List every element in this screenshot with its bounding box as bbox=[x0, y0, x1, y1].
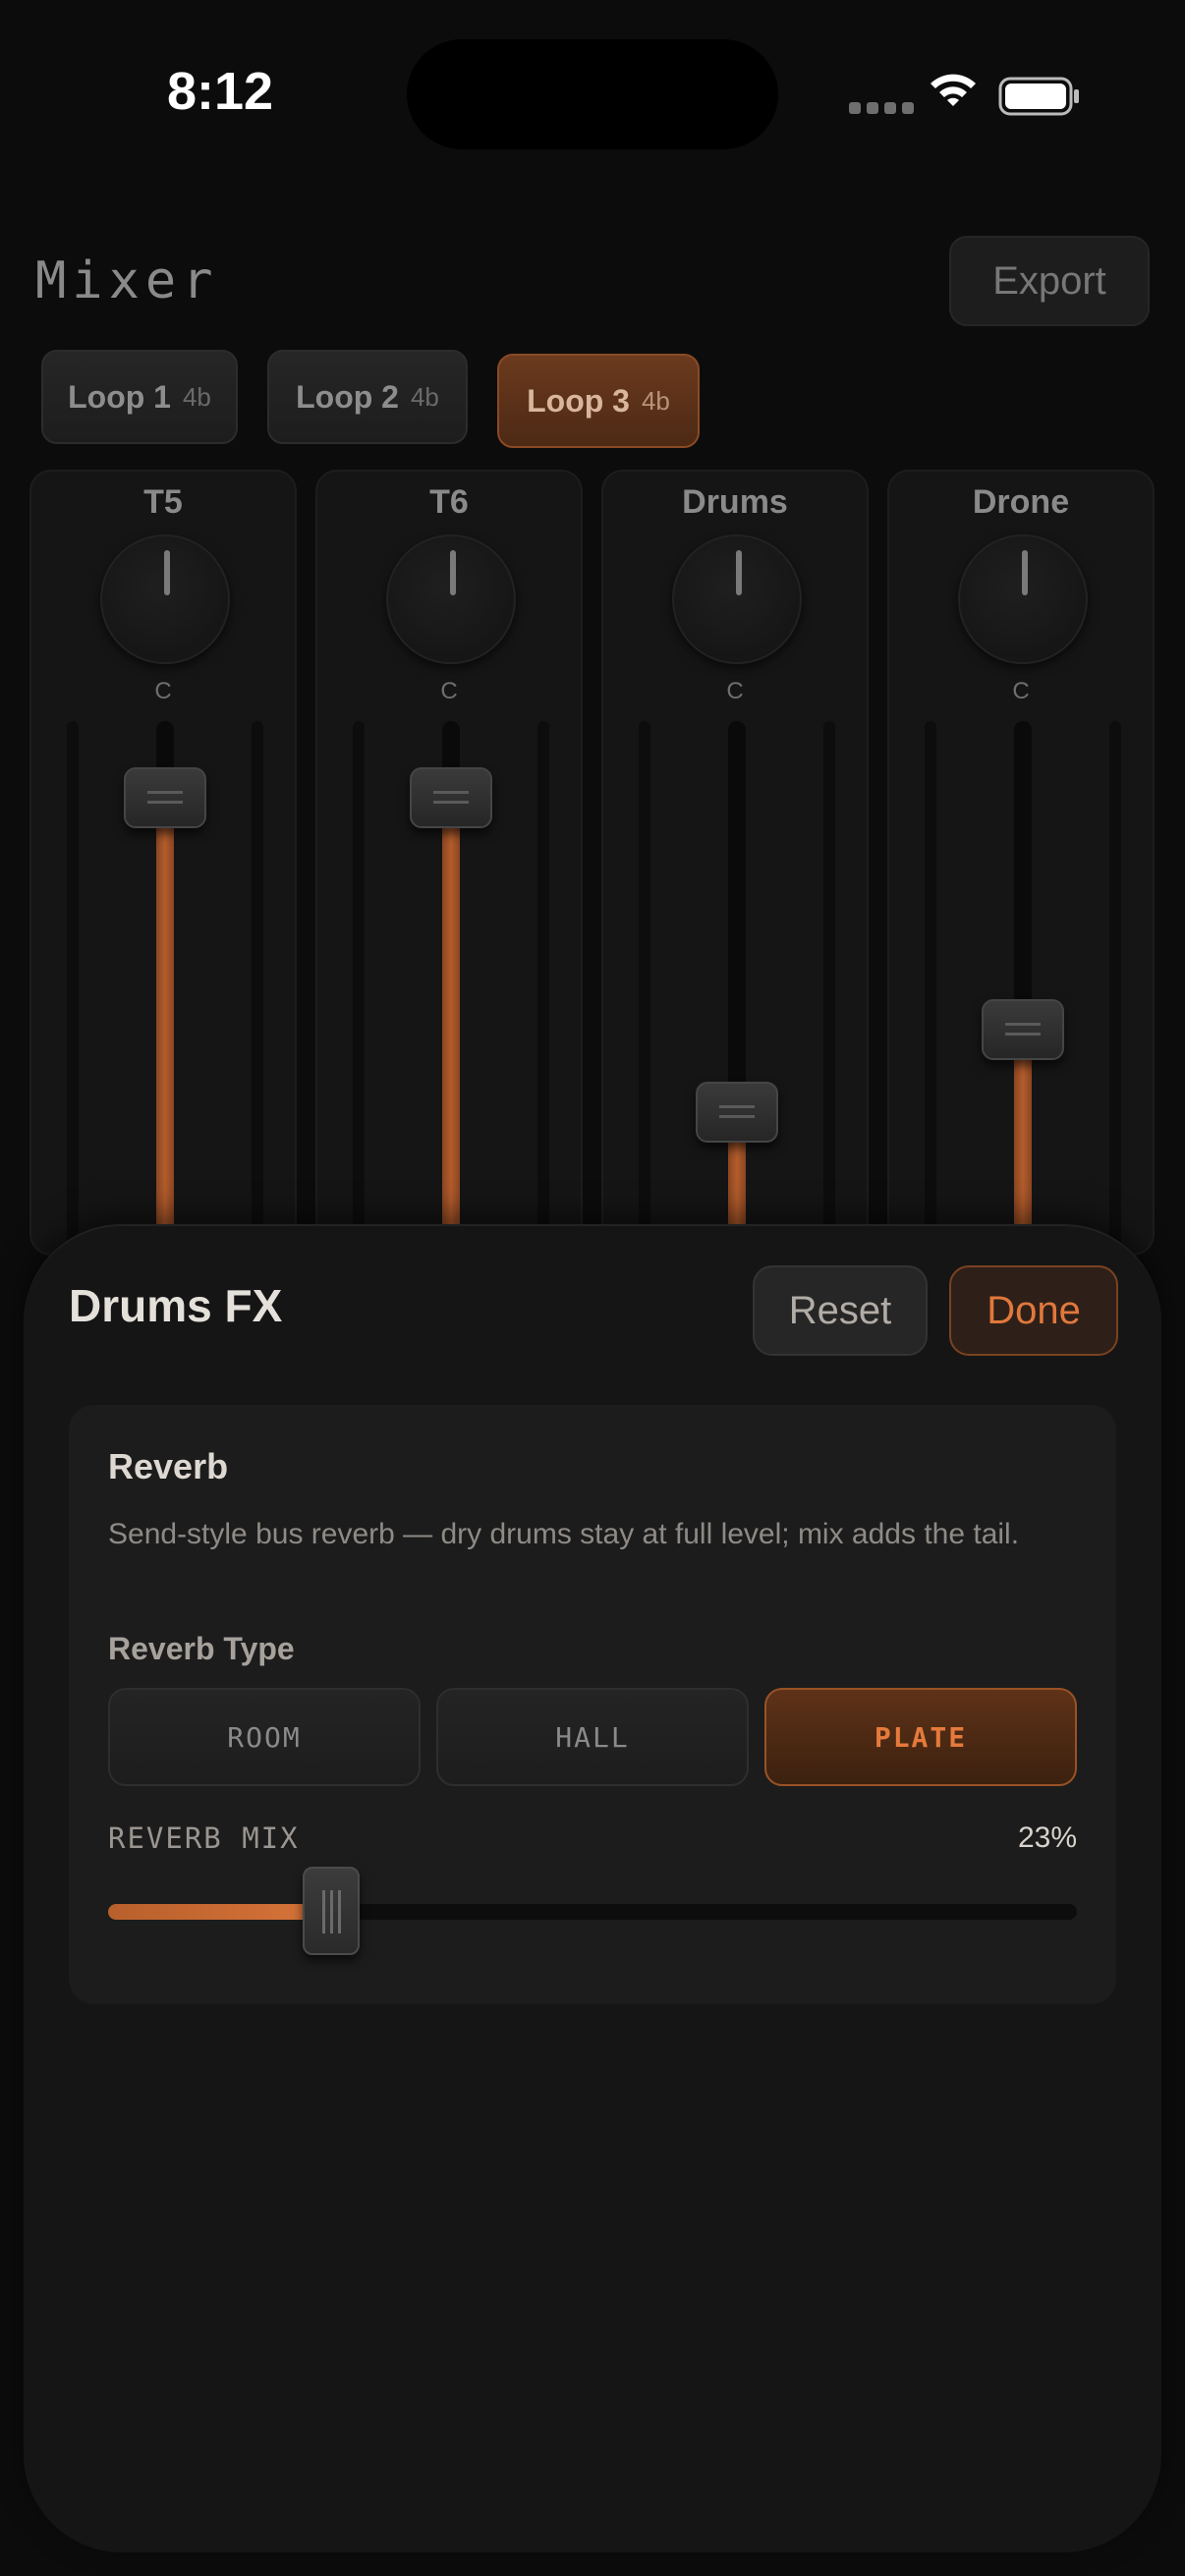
reverb-type-plate-button[interactable]: PLATE bbox=[764, 1688, 1077, 1786]
mixer-title: Mixer bbox=[35, 252, 219, 310]
reverb-mix-value: 23% bbox=[1017, 1821, 1077, 1854]
volume-fader-thumb[interactable] bbox=[982, 998, 1064, 1060]
pan-value: C bbox=[440, 678, 458, 704]
level-meter-left bbox=[925, 721, 936, 1271]
channel-name: Drone bbox=[972, 483, 1070, 521]
reverb-type-hall-button[interactable]: HALL bbox=[436, 1688, 749, 1786]
channel-name: T6 bbox=[429, 483, 469, 521]
channel-strip-drone: Drone C bbox=[887, 470, 1155, 1271]
level-meter-right bbox=[1109, 721, 1121, 1271]
pan-knob[interactable] bbox=[958, 534, 1088, 664]
pan-value: C bbox=[1012, 678, 1030, 704]
loop-tab-3[interactable]: Loop 3 4b bbox=[497, 354, 700, 448]
volume-fader-fill bbox=[156, 798, 174, 1271]
loop-tab-label: Loop 3 bbox=[527, 382, 630, 419]
channel-strip-t6: T6 C bbox=[315, 470, 583, 1271]
pan-knob[interactable] bbox=[100, 534, 230, 664]
channel-strip-t5: T5 C bbox=[29, 470, 297, 1271]
reverb-type-room-button[interactable]: ROOM bbox=[108, 1688, 421, 1786]
pan-value: C bbox=[726, 678, 744, 704]
dynamic-island bbox=[407, 39, 778, 149]
channel-strip-drums: Drums C bbox=[601, 470, 869, 1271]
level-meter-right bbox=[823, 721, 835, 1271]
export-button[interactable]: Export bbox=[949, 236, 1150, 326]
pan-knob[interactable] bbox=[672, 534, 802, 664]
level-meter-right bbox=[537, 721, 549, 1271]
pan-value: C bbox=[154, 678, 172, 704]
level-meter-left bbox=[67, 721, 79, 1271]
knob-pointer-icon bbox=[736, 550, 742, 595]
loop-tab-beats: 4b bbox=[182, 381, 211, 412]
reset-button[interactable]: Reset bbox=[753, 1265, 928, 1356]
reverb-mix-slider-thumb[interactable] bbox=[302, 1867, 360, 1955]
reverb-mix-slider[interactable] bbox=[108, 1867, 1077, 1955]
volume-fader-fill bbox=[442, 798, 460, 1271]
level-meter-left bbox=[353, 721, 365, 1271]
reverb-description: Send-style bus reverb — dry drums stay a… bbox=[108, 1518, 1020, 1550]
volume-fader-thumb[interactable] bbox=[124, 767, 206, 829]
level-meter-right bbox=[252, 721, 263, 1271]
fx-sheet: Drums FX Reset Done Reverb Send-style bu… bbox=[24, 1224, 1161, 2552]
loop-tab-2[interactable]: Loop 2 4b bbox=[267, 350, 468, 444]
status-time: 8:12 bbox=[167, 62, 274, 121]
level-meter-left bbox=[639, 721, 650, 1271]
reverb-mix-label: REVERB MIX bbox=[108, 1821, 300, 1855]
cellular-signal-icon bbox=[849, 102, 914, 114]
volume-fader-thumb[interactable] bbox=[410, 767, 492, 829]
reverb-card: Reverb Send-style bus reverb — dry drums… bbox=[69, 1405, 1116, 2004]
sheet-title: Drums FX bbox=[69, 1280, 283, 1331]
channel-name: T5 bbox=[143, 483, 183, 521]
reverb-mix-slider-fill bbox=[108, 1904, 331, 1920]
knob-pointer-icon bbox=[1022, 550, 1028, 595]
reverb-heading: Reverb bbox=[108, 1446, 229, 1486]
reverb-type-label: Reverb Type bbox=[108, 1631, 295, 1666]
volume-fader-thumb[interactable] bbox=[696, 1081, 778, 1143]
loop-tab-beats: 4b bbox=[410, 381, 439, 412]
pan-knob[interactable] bbox=[386, 534, 516, 664]
knob-pointer-icon bbox=[164, 550, 170, 595]
loop-tab-label: Loop 1 bbox=[68, 378, 171, 415]
channel-name: Drums bbox=[682, 483, 788, 521]
done-button[interactable]: Done bbox=[949, 1265, 1118, 1356]
loop-tab-1[interactable]: Loop 1 4b bbox=[41, 350, 238, 444]
battery-icon bbox=[998, 77, 1079, 116]
loop-tab-label: Loop 2 bbox=[296, 378, 399, 415]
wifi-icon bbox=[931, 74, 976, 106]
loop-tab-beats: 4b bbox=[641, 385, 670, 416]
knob-pointer-icon bbox=[450, 550, 456, 595]
